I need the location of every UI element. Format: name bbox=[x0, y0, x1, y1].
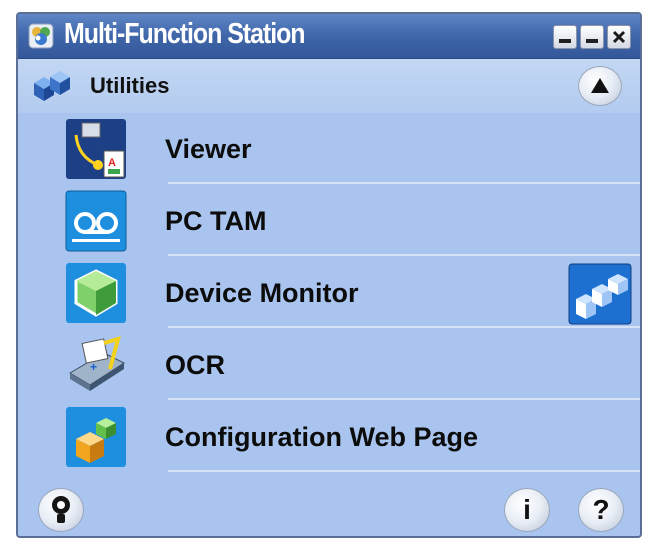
device-status-icon[interactable] bbox=[568, 263, 632, 325]
item-label: Viewer bbox=[165, 134, 252, 164]
multi-function-station-window: Multi-Function Station Utilities A Viewe… bbox=[16, 12, 642, 538]
footer-bar: i ? bbox=[18, 484, 640, 536]
triangle-up-icon bbox=[591, 78, 609, 93]
web-config-icon bbox=[66, 407, 126, 467]
list-item-device-monitor[interactable]: Device Monitor bbox=[58, 258, 640, 328]
close-icon bbox=[612, 30, 626, 44]
item-label: PC TAM bbox=[165, 206, 267, 236]
restore-icon bbox=[586, 39, 598, 43]
svg-text:+: + bbox=[90, 360, 97, 374]
ocr-scanner-icon: + bbox=[69, 336, 126, 391]
section-title: Utilities bbox=[90, 73, 170, 98]
close-button[interactable] bbox=[607, 25, 631, 49]
list-item-pc-tam[interactable]: PC TAM bbox=[58, 186, 640, 256]
bulb-help-icon bbox=[52, 496, 70, 523]
restore-button[interactable] bbox=[580, 25, 604, 49]
window-title: Multi-Function Station bbox=[64, 18, 306, 50]
list-item-configuration-web-page[interactable]: Configuration Web Page bbox=[58, 402, 640, 472]
app-icon bbox=[28, 23, 54, 49]
help-button[interactable]: ? bbox=[578, 488, 624, 532]
device-monitor-icon bbox=[66, 263, 126, 323]
collapse-button[interactable] bbox=[578, 66, 622, 106]
title-bar[interactable]: Multi-Function Station bbox=[18, 14, 640, 59]
item-label: OCR bbox=[165, 350, 225, 380]
minimize-button[interactable] bbox=[553, 25, 577, 49]
list-item-viewer[interactable]: A Viewer bbox=[58, 114, 640, 184]
bulb-help-button[interactable] bbox=[38, 488, 84, 532]
minimize-icon bbox=[559, 39, 571, 43]
utilities-cubes-icon bbox=[34, 71, 70, 101]
voicemail-icon bbox=[65, 190, 127, 252]
viewer-icon: A bbox=[66, 119, 126, 179]
item-label: Device Monitor bbox=[165, 278, 359, 308]
info-button[interactable]: i bbox=[504, 488, 550, 532]
svg-text:A: A bbox=[108, 157, 116, 169]
item-label: Configuration Web Page bbox=[165, 422, 479, 452]
utilities-section-header[interactable]: Utilities bbox=[18, 59, 640, 113]
list-item-ocr[interactable]: + OCR bbox=[58, 330, 640, 400]
